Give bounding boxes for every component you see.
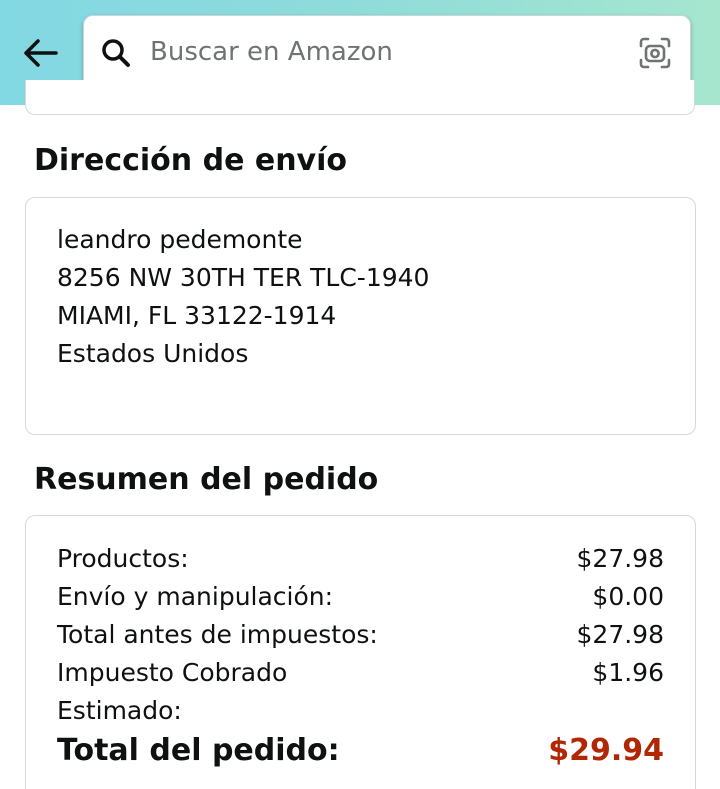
order-total-label: Total del pedido: bbox=[57, 733, 340, 768]
summary-row-label: Total antes de impuestos: bbox=[57, 620, 378, 649]
address-country: Estados Unidos bbox=[57, 339, 249, 368]
summary-row-shipping: Envío y manipulación: $0.00 bbox=[57, 584, 664, 614]
order-summary-card: Productos: $27.98 Envío y manipulación: … bbox=[25, 515, 696, 789]
order-details-screen: Dirección de envío leandro pedemonte 825… bbox=[0, 0, 720, 789]
camera-lens-icon[interactable] bbox=[638, 36, 672, 70]
summary-row-subtotal: Total antes de impuestos: $27.98 bbox=[57, 622, 664, 652]
shipping-address-title: Dirección de envío bbox=[34, 143, 348, 178]
address-street: 8256 NW 30TH TER TLC-1940 bbox=[57, 263, 430, 292]
summary-row-tax-estimated: Estimado: bbox=[57, 698, 664, 728]
search-icon bbox=[102, 39, 130, 67]
summary-row-tax: Impuesto Cobrado $1.96 bbox=[57, 660, 664, 690]
shipping-address-card: leandro pedemonte 8256 NW 30TH TER TLC-1… bbox=[25, 197, 696, 435]
search-input[interactable] bbox=[150, 32, 620, 72]
address-city: MIAMI, FL 33122-1914 bbox=[57, 301, 337, 330]
summary-row-value: $0.00 bbox=[592, 582, 664, 611]
summary-row-label: Impuesto Cobrado bbox=[57, 658, 288, 687]
summary-row-value: $27.98 bbox=[576, 544, 664, 573]
back-button[interactable] bbox=[16, 30, 64, 76]
summary-row-label: Envío y manipulación: bbox=[57, 582, 334, 611]
summary-row-value: $1.96 bbox=[592, 658, 664, 687]
order-summary-title: Resumen del pedido bbox=[34, 462, 379, 497]
previous-card-edge bbox=[25, 80, 695, 115]
summary-row-products: Productos: $27.98 bbox=[57, 546, 664, 576]
summary-row-label: Productos: bbox=[57, 544, 189, 573]
summary-row-value: $27.98 bbox=[576, 620, 664, 649]
arrow-left-icon bbox=[24, 39, 58, 67]
search-bar[interactable] bbox=[83, 15, 691, 89]
order-total-value: $29.94 bbox=[548, 733, 664, 768]
recipient-name: leandro pedemonte bbox=[57, 225, 303, 254]
summary-row-label: Estimado: bbox=[57, 696, 182, 725]
